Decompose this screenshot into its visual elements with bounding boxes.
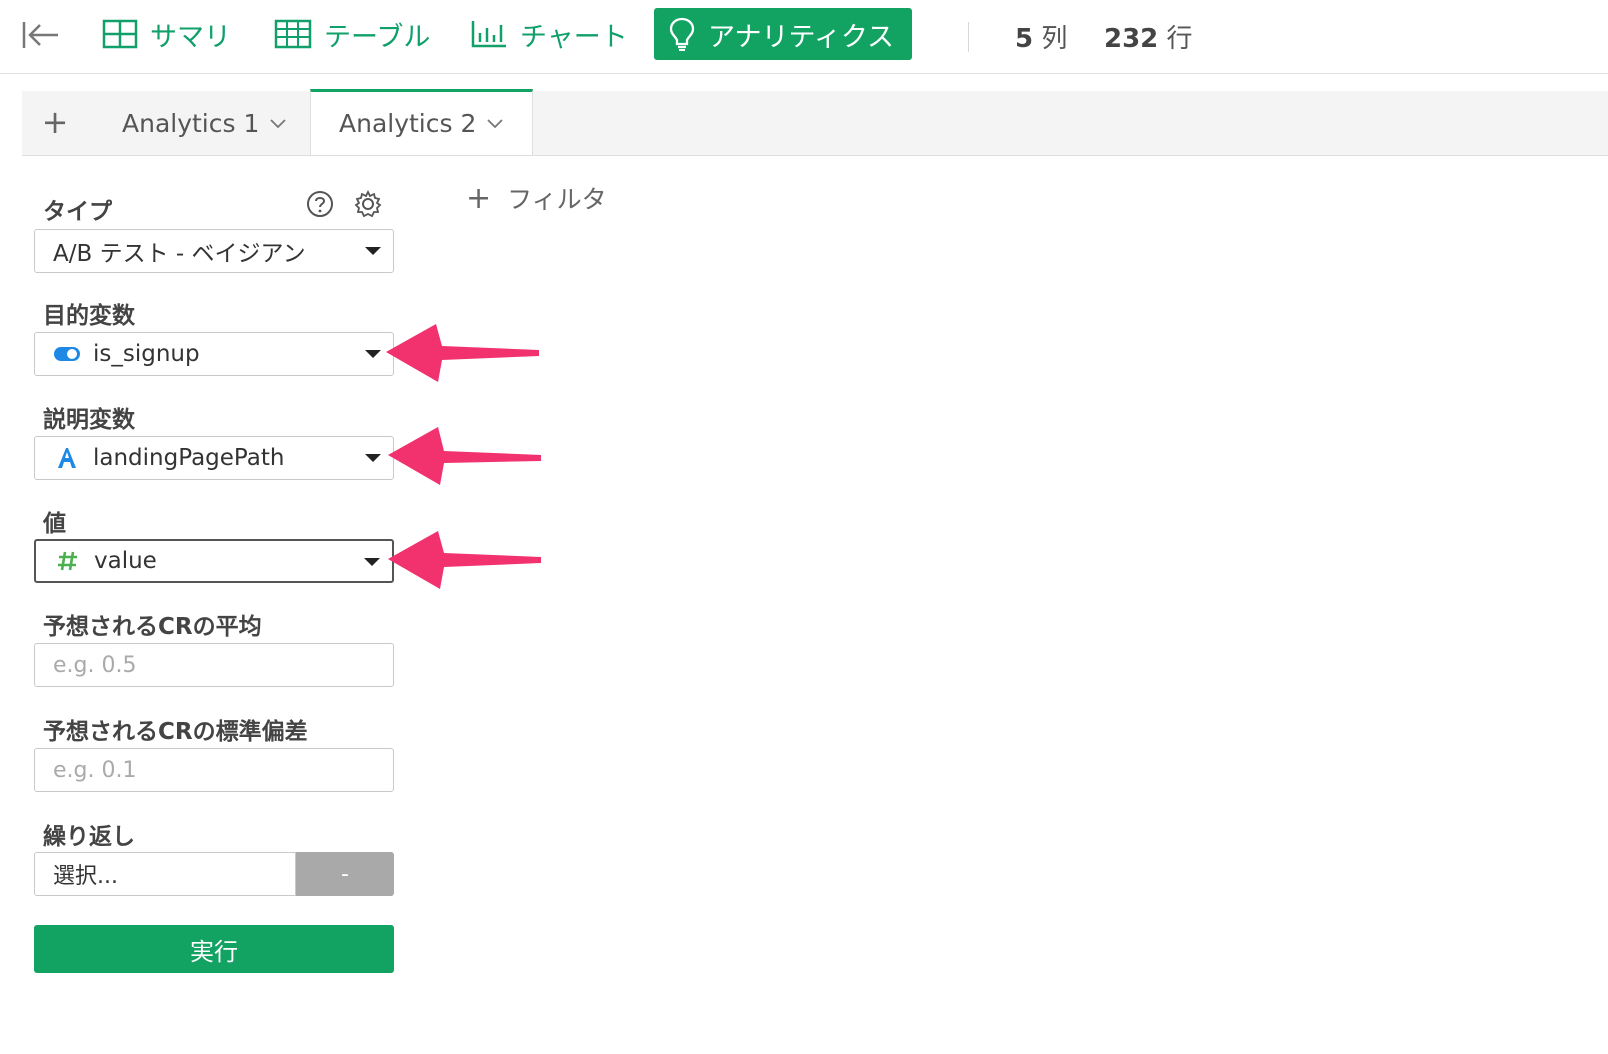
analytics-tabs: + Analytics 1 Analytics 2 xyxy=(22,89,1608,156)
repeat-select[interactable]: 選択... xyxy=(34,852,296,896)
row-count-unit: 行 xyxy=(1166,24,1193,54)
filter-label: フィルタ xyxy=(507,185,607,214)
repeat-label: 繰り返し xyxy=(43,824,135,850)
caret-down-icon xyxy=(364,558,380,566)
help-icon[interactable] xyxy=(305,189,335,219)
explanatory-variable-select[interactable]: landingPagePath xyxy=(34,436,394,480)
analytics-settings-panel: タイプ A/B テスト - ベイジアン 目的変数 is_signup 説明変数 … xyxy=(22,156,404,1054)
tab-analytics-2[interactable]: Analytics 2 xyxy=(310,89,534,155)
toolbar: サマリ テーブル チャート アナリティクス 5 列 232 行 xyxy=(0,0,1608,74)
nav-table-label: テーブル xyxy=(324,21,431,53)
toolbar-divider xyxy=(968,22,969,52)
tab-label: Analytics 1 xyxy=(122,109,260,138)
type-label: タイプ xyxy=(43,199,112,225)
chart-icon xyxy=(471,21,506,48)
nav-summary[interactable]: サマリ xyxy=(102,8,231,60)
repeat-control: 選択... - xyxy=(34,852,394,896)
nav-table[interactable]: テーブル xyxy=(274,8,430,60)
explanatory-variable-value: landingPagePath xyxy=(93,445,285,471)
type-select-value: A/B テスト - ベイジアン xyxy=(53,241,306,267)
target-variable-value: is_signup xyxy=(93,341,200,367)
caret-down-icon xyxy=(365,350,381,358)
lightbulb-icon xyxy=(669,17,695,51)
row-count-value: 232 xyxy=(1104,24,1159,54)
caret-down-icon xyxy=(365,454,381,462)
boolean-toggle-icon xyxy=(53,345,81,363)
add-tab-button[interactable]: + xyxy=(40,103,70,141)
annotation-arrow-icon xyxy=(388,531,541,589)
chevron-down-icon[interactable] xyxy=(269,118,287,130)
run-button[interactable]: 実行 xyxy=(34,925,394,973)
number-type-icon xyxy=(54,550,82,572)
target-variable-label: 目的変数 xyxy=(43,303,135,329)
column-count-value: 5 xyxy=(1015,24,1034,54)
tab-analytics-1[interactable]: Analytics 1 xyxy=(94,91,315,156)
annotation-arrow-icon xyxy=(386,324,539,382)
nav-chart[interactable]: チャート xyxy=(470,8,628,60)
row-count: 232 行 xyxy=(1104,18,1193,55)
column-count-unit: 列 xyxy=(1041,24,1068,54)
nav-analytics[interactable]: アナリティクス xyxy=(654,8,913,60)
expected-mean-label: 予想されるCRの平均 xyxy=(43,614,262,640)
nav-analytics-label: アナリティクス xyxy=(708,21,895,53)
expected-sd-input[interactable] xyxy=(34,748,394,792)
explanatory-variable-label: 説明変数 xyxy=(43,407,135,433)
plus-icon: + xyxy=(466,180,492,216)
value-select-value: value xyxy=(94,548,157,574)
chevron-down-icon[interactable] xyxy=(486,118,504,130)
text-type-icon xyxy=(53,446,81,470)
column-count: 5 列 xyxy=(1015,18,1067,55)
expected-mean-input[interactable] xyxy=(34,643,394,687)
add-filter-button[interactable]: + フィルタ xyxy=(466,180,607,216)
tab-label: Analytics 2 xyxy=(339,109,477,138)
table-icon xyxy=(274,19,312,49)
repeat-minus-button[interactable]: - xyxy=(296,852,394,896)
nav-chart-label: チャート xyxy=(520,21,628,53)
annotation-arrow-icon xyxy=(388,427,541,485)
target-variable-select[interactable]: is_signup xyxy=(34,332,394,376)
caret-down-icon xyxy=(365,247,381,255)
summary-grid-icon xyxy=(102,19,138,49)
value-select[interactable]: value xyxy=(34,539,394,583)
expected-sd-label: 予想されるCRの標準偏差 xyxy=(43,719,308,745)
nav-summary-label: サマリ xyxy=(150,21,231,53)
collapse-left-icon[interactable] xyxy=(20,18,62,52)
gear-icon[interactable] xyxy=(353,189,383,219)
type-select[interactable]: A/B テスト - ベイジアン xyxy=(34,229,394,273)
value-label: 値 xyxy=(43,511,66,537)
